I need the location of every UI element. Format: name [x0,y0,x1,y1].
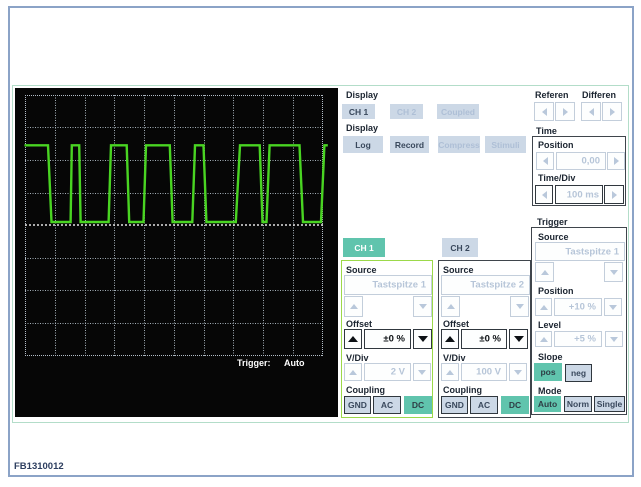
svg-text:Auto: Auto [284,358,305,368]
svg-text:Trigger:: Trigger: [237,358,271,368]
